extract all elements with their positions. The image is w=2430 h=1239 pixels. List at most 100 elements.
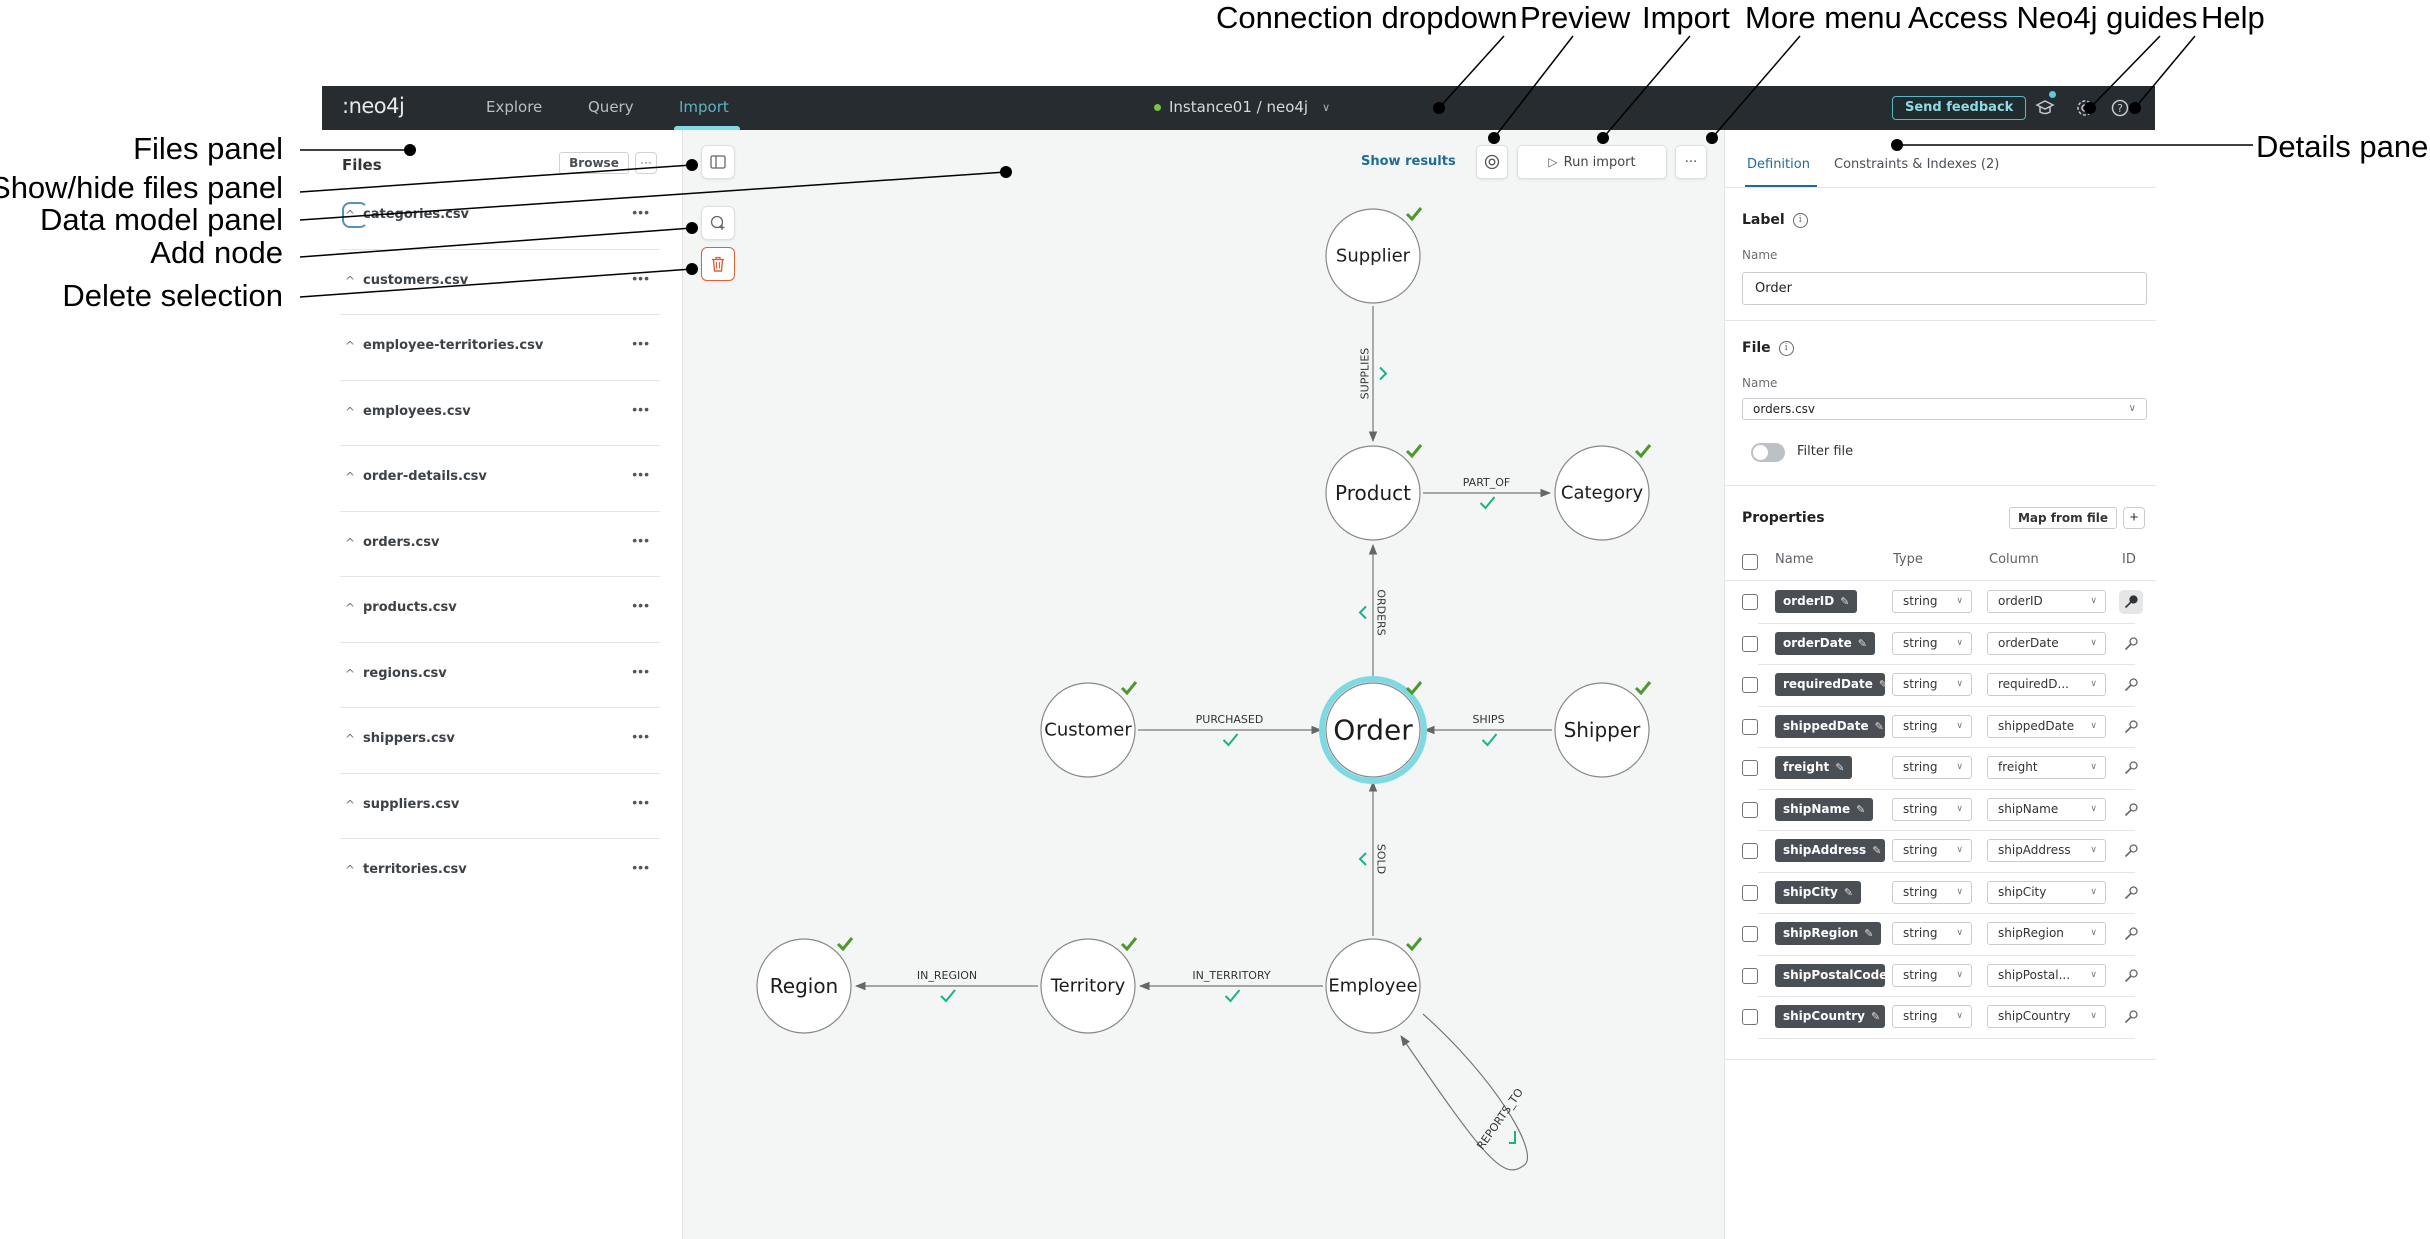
chevron-up-icon[interactable]: ^ — [345, 601, 355, 615]
property-type-select[interactable]: string ∨ — [1892, 963, 1972, 987]
property-column-select[interactable]: freight ∨ — [1987, 756, 2106, 779]
property-type-select[interactable]: string ∨ — [1892, 839, 1972, 862]
file-more-button[interactable]: ••• — [632, 859, 650, 875]
property-type-select[interactable]: string ∨ — [1892, 714, 1972, 738]
file-item[interactable]: ^ suppliers.csv ••• — [340, 774, 660, 839]
property-checkbox[interactable] — [1742, 677, 1758, 693]
relationship-label[interactable]: ORDERS — [1375, 589, 1388, 635]
property-checkbox[interactable] — [1742, 635, 1758, 652]
property-type-select[interactable]: string ∨ — [1892, 880, 1972, 904]
id-key-toggle[interactable] — [2119, 632, 2143, 656]
file-more-button[interactable]: ••• — [632, 728, 650, 744]
property-checkbox[interactable] — [1742, 843, 1758, 859]
property-checkbox[interactable] — [1742, 760, 1758, 776]
id-key-toggle[interactable] — [2119, 673, 2143, 697]
property-type-select[interactable]: string ∨ — [1892, 1005, 1972, 1028]
files-more-button[interactable]: ··· — [635, 152, 657, 174]
chevron-up-icon[interactable]: ^ — [345, 732, 355, 746]
id-key-toggle[interactable] — [2119, 590, 2143, 614]
neo4j-logo[interactable]: :neo4j — [342, 94, 405, 118]
property-name-pill[interactable]: shipRegion ✎ — [1775, 922, 1882, 945]
property-name-pill[interactable]: orderID ✎ — [1775, 590, 1858, 613]
show-results-link[interactable]: Show results — [1361, 154, 1456, 169]
property-column-select[interactable]: shipCity ∨ — [1987, 880, 2106, 904]
file-item[interactable]: ^ order-details.csv ••• — [340, 446, 660, 512]
property-name-pill[interactable]: orderDate ✎ — [1775, 631, 1875, 655]
property-name-pill[interactable]: shipAddress ✎ — [1775, 839, 1885, 862]
property-column-select[interactable]: orderDate ∨ — [1987, 631, 2106, 655]
relationship-label[interactable]: SHIPS — [1472, 713, 1504, 726]
file-more-button[interactable]: ••• — [632, 335, 650, 351]
select-all-checkbox[interactable] — [1742, 554, 1758, 570]
property-column-select[interactable]: shipAddress ∨ — [1987, 839, 2106, 862]
file-more-button[interactable]: ••• — [632, 532, 650, 548]
property-name-pill[interactable]: shipPostalCode✎ — [1775, 963, 1885, 987]
nav-tab-import[interactable]: Import — [679, 98, 729, 116]
chevron-up-icon[interactable]: ^ — [345, 863, 355, 877]
pencil-icon[interactable]: ✎ — [1872, 839, 1881, 862]
property-column-select[interactable]: shipName ∨ — [1987, 797, 2106, 821]
property-name-pill[interactable]: shippedDate ✎ — [1775, 714, 1885, 738]
graph-canvas[interactable]: SUPPLIES PART_OF ORDERS PURCHASED SHIPS SOLD I… — [683, 130, 1725, 1239]
property-name-pill[interactable]: shipName ✎ — [1775, 797, 1874, 821]
file-more-button[interactable]: ••• — [632, 663, 650, 679]
help-icon[interactable]: ? — [2110, 98, 2130, 118]
relationship-label[interactable]: PURCHASED — [1196, 713, 1264, 726]
property-checkbox[interactable] — [1742, 801, 1758, 818]
browse-button[interactable]: Browse — [559, 152, 629, 174]
preview-button[interactable] — [1476, 145, 1508, 179]
relationship-label[interactable]: SUPPLIES — [1359, 348, 1372, 400]
id-key-toggle[interactable] — [2119, 1005, 2143, 1029]
property-checkbox[interactable] — [1742, 926, 1758, 942]
property-checkbox[interactable] — [1742, 594, 1758, 610]
connection-dropdown[interactable]: Instance01 / neo4j ∨ — [1154, 98, 1330, 116]
pencil-icon[interactable]: ✎ — [1871, 1005, 1880, 1028]
file-item[interactable]: ^ regions.csv ••• — [340, 643, 660, 708]
nav-tab-query[interactable]: Query — [588, 98, 634, 116]
file-more-button[interactable]: ••• — [632, 204, 650, 220]
chevron-up-icon[interactable]: ^ — [345, 667, 355, 681]
chevron-up-icon[interactable]: ^ — [345, 339, 355, 353]
add-property-button[interactable]: + — [2123, 507, 2145, 529]
file-item[interactable]: ^ customers.csv ••• — [340, 250, 660, 315]
filter-file-toggle[interactable] — [1751, 443, 1785, 462]
info-icon[interactable]: i — [1778, 340, 1794, 356]
property-checkbox[interactable] — [1742, 718, 1758, 735]
pencil-icon[interactable]: ✎ — [1844, 881, 1853, 904]
property-type-select[interactable]: string ∨ — [1892, 590, 1972, 613]
property-checkbox[interactable] — [1742, 967, 1758, 984]
property-name-pill[interactable]: freight ✎ — [1775, 756, 1853, 779]
file-item[interactable]: ^ territories.csv ••• — [340, 839, 660, 905]
tab-definition[interactable]: Definition — [1747, 157, 1810, 172]
info-icon[interactable]: i — [1792, 212, 1808, 228]
pencil-icon[interactable]: ✎ — [1858, 632, 1867, 655]
id-key-toggle[interactable] — [2119, 756, 2143, 780]
relationship-label[interactable]: REPORTS_TO — [1474, 1086, 1526, 1152]
file-item[interactable]: ^ employee-territories.csv ••• — [340, 315, 660, 381]
property-type-select[interactable]: string ∨ — [1892, 631, 1972, 655]
graduation-cap-icon[interactable] — [2035, 98, 2055, 118]
label-name-input[interactable]: Order — [1742, 272, 2147, 305]
file-more-button[interactable]: ••• — [632, 597, 650, 613]
id-key-toggle[interactable] — [2119, 881, 2143, 905]
id-key-toggle[interactable] — [2119, 922, 2143, 946]
property-name-pill[interactable]: shipCountry ✎ — [1775, 1005, 1885, 1028]
tab-constraints-indexes[interactable]: Constraints & Indexes (2) — [1834, 157, 1999, 172]
delete-selection-button[interactable] — [701, 247, 735, 281]
property-name-pill[interactable]: shipCity ✎ — [1775, 880, 1862, 904]
pencil-icon[interactable]: ✎ — [1875, 715, 1884, 738]
relationship-label[interactable]: SOLD — [1375, 844, 1388, 874]
id-key-toggle[interactable] — [2119, 839, 2143, 863]
property-column-select[interactable]: orderID ∨ — [1987, 590, 2106, 613]
chevron-up-icon[interactable]: ^ — [345, 798, 355, 812]
property-checkbox[interactable] — [1742, 884, 1758, 901]
file-item[interactable]: ^ categories.csv ••• — [340, 184, 660, 250]
chevron-up-icon[interactable]: ^ — [345, 274, 355, 288]
property-column-select[interactable]: shipRegion ∨ — [1987, 922, 2106, 945]
pencil-icon[interactable]: ✎ — [1840, 590, 1849, 613]
relationship-label[interactable]: PART_OF — [1463, 476, 1511, 489]
property-column-select[interactable]: shippedDate ∨ — [1987, 714, 2106, 738]
file-more-button[interactable]: ••• — [632, 794, 650, 810]
property-name-pill[interactable]: requiredDate ✎ — [1775, 673, 1885, 696]
file-more-button[interactable]: ••• — [632, 466, 650, 482]
